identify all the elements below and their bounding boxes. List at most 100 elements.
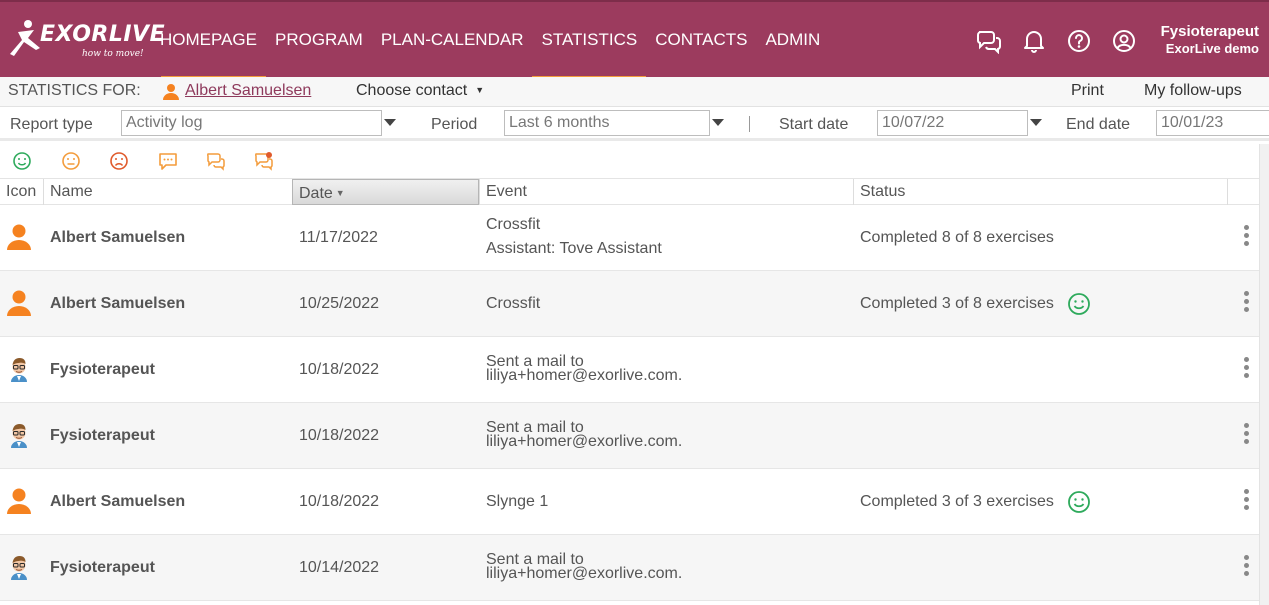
row-event-detail: liliya+homer@exorlive.com. [486,565,683,582]
table-row[interactable]: Albert Samuelsen 11/17/2022 Crossfit Assist… [0,205,1259,271]
row-name: Fysioterapeut [50,427,155,444]
row-event-detail: liliya+homer@exorlive.com. [486,433,683,450]
vertical-scrollbar[interactable] [1259,144,1269,605]
user-avatar-icon [6,223,32,251]
user-org: ExorLive demo [1165,41,1259,56]
period-label: Period [431,116,478,133]
sort-descending-icon: ▼ [335,188,345,198]
caret-down-icon: ▼ [475,85,485,95]
column-header-name[interactable]: Name [43,179,291,205]
row-menu-icon[interactable] [1236,355,1256,385]
report-type-label: Report type [10,116,93,133]
end-date-label: End date [1066,116,1131,133]
row-name: Albert Samuelsen [50,229,186,246]
row-menu-icon[interactable] [1236,289,1256,319]
row-event-line: Slynge 1 [486,493,549,510]
row-name: Albert Samuelsen [50,493,186,510]
chat-icon[interactable] [976,28,1002,54]
table-row[interactable]: Albert Samuelsen 10/18/2022 Slynge 1 Comple… [0,469,1259,535]
row-name: Albert Samuelsen [50,295,186,312]
selected-contact-link[interactable]: Albert Samuelsen [185,82,311,100]
row-date: 11/17/2022 [299,229,378,246]
row-status: Completed 8 of 8 exercises [860,229,1054,246]
logo-wordmark: EXORLIVE [40,22,166,47]
column-header-status[interactable]: Status [853,179,1227,205]
account-icon[interactable] [1111,28,1137,54]
therapist-avatar-icon [6,553,32,581]
start-date-arrow-icon[interactable] [1030,119,1042,126]
row-event: Sent a mail to liliya+homer@exorlive.com. [486,420,683,450]
conversation-alert-icon[interactable] [254,151,274,171]
filter-bar: Report type Activity log Period Last 6 m… [0,107,1269,141]
row-event-line: Crossfit [486,295,541,312]
bell-icon[interactable] [1021,28,1047,54]
row-event: Slynge 1 [486,493,548,511]
row-status: Completed 3 of 3 exercises [860,493,1054,510]
conversation-icon[interactable] [206,151,226,171]
row-event-detail: liliya+homer@exorlive.com. [486,367,683,384]
row-event: Crossfit Assistant: Tove Assistant [486,216,662,258]
logo-tagline: how to move! [82,49,144,59]
person-icon [163,84,179,100]
statistics-for-label: STATISTICS FOR: [8,82,141,99]
row-status: Completed 3 of 8 exercises [860,295,1054,312]
column-header-icon[interactable]: Icon [0,179,42,205]
row-date: 10/14/2022 [299,559,380,576]
report-type-select[interactable]: Activity log [121,110,382,136]
column-header-actions [1227,179,1259,205]
nav-plan-calendar[interactable]: PLAN-CALENDAR [372,2,533,77]
row-menu-icon[interactable] [1236,487,1256,517]
filter-icon-toolbar [0,144,1269,178]
user-avatar-icon [6,289,32,317]
therapist-avatar-icon [6,421,32,449]
row-event: Crossfit [486,295,540,313]
user-name: Fysioterapeut [1160,23,1259,40]
happy-face-icon [1067,292,1091,316]
period-select[interactable]: Last 6 months [504,110,710,136]
row-name: Fysioterapeut [50,361,155,378]
column-header-event[interactable]: Event [479,179,853,205]
row-event-detail: Assistant: Tove Assistant [486,240,662,257]
print-button[interactable]: Print [1071,82,1104,100]
table-row[interactable]: Fysioterapeut 10/18/2022 Sent a mail to lil… [0,337,1259,403]
comment-icon[interactable] [158,151,178,171]
row-date: 10/18/2022 [299,361,380,378]
period-arrow-icon[interactable] [712,119,724,126]
start-date-input[interactable]: 10/07/22 [877,110,1028,136]
table-row[interactable]: Fysioterapeut 10/14/2022 Sent a mail to lil… [0,535,1259,601]
row-menu-icon[interactable] [1236,223,1256,253]
row-menu-icon[interactable] [1236,553,1256,583]
table-row[interactable]: Albert Samuelsen 10/25/2022 Crossfit Comple… [0,271,1259,337]
start-date-label: Start date [779,116,849,133]
row-name: Fysioterapeut [50,559,155,576]
user-avatar-icon [6,487,32,515]
exorlive-logo[interactable]: EXORLIVE how to move! [6,18,165,62]
my-follow-ups-button[interactable]: My follow-ups [1144,82,1242,100]
table-row[interactable]: Fysioterapeut 10/18/2022 Sent a mail to lil… [0,403,1259,469]
choose-contact-dropdown[interactable]: Choose contact ▼ [356,82,484,100]
nav-homepage[interactable]: HOMEPAGE [151,2,266,79]
happy-face-icon[interactable] [12,151,32,171]
statistics-for-bar: STATISTICS FOR: Albert Samuelsen Choose … [0,77,1269,107]
neutral-face-icon[interactable] [61,151,81,171]
row-date: 10/18/2022 [299,493,380,510]
help-icon[interactable] [1066,28,1092,54]
nav-admin[interactable]: ADMIN [756,2,829,77]
row-event-line: Crossfit [486,216,541,233]
divider [749,116,750,132]
row-date: 10/25/2022 [299,295,380,312]
activity-table-body: Albert Samuelsen 11/17/2022 Crossfit Assist… [0,205,1259,601]
column-header-date[interactable]: Date ▼ [292,179,479,205]
row-menu-icon[interactable] [1236,421,1256,451]
therapist-avatar-icon [6,355,32,383]
report-type-arrow-icon[interactable] [384,119,396,126]
nav-contacts[interactable]: CONTACTS [646,2,756,77]
nav-program[interactable]: PROGRAM [266,2,372,77]
nav-statistics[interactable]: STATISTICS [532,2,646,79]
top-navigation-bar: EXORLIVE how to move! HOMEPAGE PROGRAM P… [0,0,1269,79]
sad-face-icon[interactable] [109,151,129,171]
choose-contact-label: Choose contact [356,82,468,99]
end-date-input[interactable]: 10/01/23 [1156,110,1269,136]
user-info[interactable]: Fysioterapeut ExorLive demo [1161,23,1259,56]
table-header: Icon Name Date ▼ Event Status [0,178,1259,205]
